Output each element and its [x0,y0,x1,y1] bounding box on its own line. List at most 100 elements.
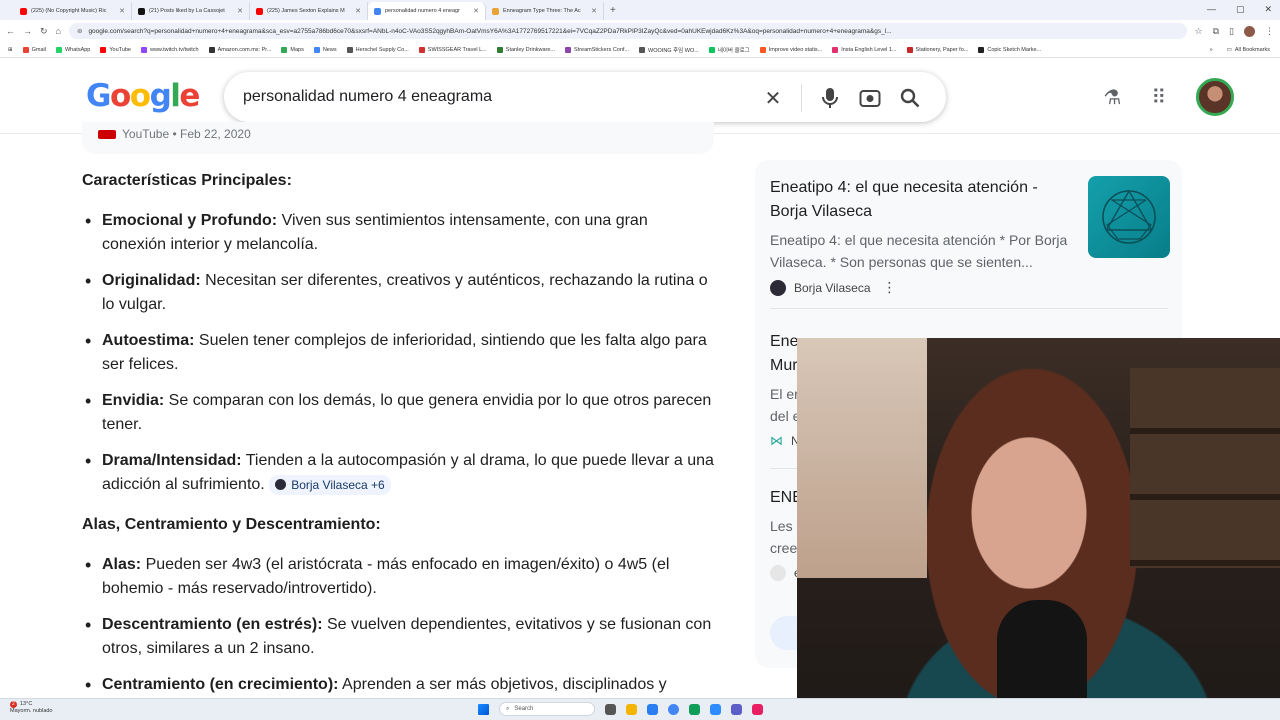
browser-profile-avatar[interactable] [1244,25,1255,37]
bookmark-item[interactable]: Herschel Supply Co... [346,46,409,54]
browser-tab[interactable]: personalidad numero 4 eneagr ✕ [368,2,486,20]
bookmark-label: News [322,46,337,53]
sidebar-icon[interactable]: ▯ [1229,26,1234,37]
video-source: YouTube • Feb 22, 2020 [98,127,251,141]
logo-letter: e [179,78,200,114]
task-view-icon[interactable] [605,703,616,715]
browser-tab[interactable]: (225) James Sexton Explains M ✕ [250,2,368,20]
labs-flask-icon[interactable]: ⚗ [1103,85,1121,110]
bookmark-item[interactable]: www.twitch.tv/twitch [140,46,199,54]
list-item: Envidia: Se comparan con los demás, lo q… [85,389,714,437]
site-favicon [770,565,786,581]
item-term: Alas: [102,556,142,573]
chrome-icon[interactable] [668,703,679,715]
google-logo[interactable]: Google [86,78,200,114]
bookmark-item[interactable]: StreamStickers Conf... [565,46,629,54]
more-bookmarks-icon[interactable]: » [1210,47,1213,53]
bookmark-item[interactable]: News [313,46,337,54]
all-bookmarks[interactable]: ▭ All Bookmarks [1227,47,1270,53]
bookmark-favicon-icon [55,46,62,53]
logo-letter: o [129,78,151,114]
source-title[interactable]: Eneatipo 4: el que necesita atención - B… [770,176,1070,224]
microphone-icon[interactable] [810,87,850,109]
file-explorer-icon[interactable] [626,703,637,715]
bookmark-star-icon[interactable]: ☆ [1195,26,1203,37]
bookmark-favicon-icon [208,46,215,53]
tab-close-icon[interactable]: ✕ [355,7,361,15]
snippet-line: El er [770,386,799,402]
apps-grid-icon[interactable]: ⊞ [8,47,13,53]
tab-close-icon[interactable]: ✕ [591,7,597,15]
app-icon[interactable] [752,703,763,715]
browser-tab[interactable]: Enneagram Type Three: The Ac ✕ [486,2,604,20]
citation-chip[interactable]: Borja Vilaseca +6 [269,474,391,495]
item-term: Drama/Intensidad: [102,452,242,469]
tab-favicon-icon [256,7,263,15]
forward-icon[interactable]: → [23,26,32,36]
bookmark-item[interactable]: Improve video statis... [759,46,822,54]
tab-title: (225) (No Copyright Music) Ric [31,8,107,14]
address-bar[interactable]: ⊜ google.com/search?q=personalidad+numer… [68,23,1187,39]
browser-tab[interactable]: (21) Posts liked by La Cassojet ✕ [132,2,250,20]
bookmark-label: Gmail [31,46,46,53]
google-account-avatar[interactable] [1196,78,1234,116]
maximize-icon[interactable]: ▢ [1236,4,1245,15]
search-input[interactable] [243,88,763,106]
app-icon[interactable] [647,703,658,715]
tab-close-icon[interactable]: ✕ [237,7,243,15]
camera-lens-icon[interactable] [850,88,890,108]
new-tab-button[interactable]: + [610,5,616,16]
source-snippet: Eneatipo 4: el que necesita atención * P… [770,232,1068,270]
bookmark-item[interactable]: WOOING 후임 WO... [639,46,699,54]
bookmark-label: Copic Sketch Marke... [987,46,1042,53]
search-box: ✕ [224,72,946,122]
bookmark-label: StreamStickers Conf... [574,46,630,53]
bookmark-item[interactable]: SWISSGEAR Travel L... [418,46,487,54]
bookmark-item[interactable]: Stanley Drinkware... [496,46,556,54]
logo-letter: o [109,78,131,114]
zoom-icon[interactable] [710,703,721,715]
close-window-icon[interactable]: ✕ [1264,4,1272,15]
bookmark-label: Stanley Drinkware... [505,46,556,53]
item-text: Pueden ser 4w3 (el aristócrata - más enf… [102,556,670,597]
bookmark-item[interactable]: YouTube [100,46,131,54]
extensions-icon[interactable]: ⧉ [1213,26,1219,37]
item-term: Autoestima: [102,332,195,349]
list-item: Emocional y Profundo: Viven sus sentimie… [85,209,714,257]
tab-close-icon[interactable]: ✕ [473,7,479,15]
taskbar-search[interactable]: ⌕ Search [499,702,595,716]
reload-icon[interactable]: ↻ [40,26,48,37]
list-item: Autoestima: Suelen tener complejos de in… [85,329,714,377]
site-info-icon[interactable]: ⊜ [77,27,82,35]
item-term: Emocional y Profundo: [102,212,278,229]
google-apps-icon[interactable]: ⠿ [1151,85,1166,110]
bookmark-item[interactable]: WhatsApp [55,46,90,54]
bookmark-favicon-icon [496,46,503,53]
bookmark-item[interactable]: Maps [281,46,304,54]
weather-widget[interactable]: 2 13°C Mayorm. nublado [10,701,53,715]
bookmark-item[interactable]: Insta English Level 1... [832,46,897,54]
edge-icon[interactable] [689,703,700,715]
source-card[interactable]: Eneatipo 4: el que necesita atención - B… [770,176,1170,296]
windows-start-icon[interactable] [478,703,489,715]
browser-menu-icon[interactable]: ⋮ [1265,26,1274,37]
list-item: Descentramiento (en estrés): Se vuelven … [85,613,714,661]
browser-tab[interactable]: (225) (No Copyright Music) Ric ✕ [14,2,132,20]
bookmark-item[interactable]: Gmail [22,46,46,54]
home-icon[interactable]: ⌂ [56,26,61,36]
bookmark-item[interactable]: 네이버 클로그 [708,46,750,54]
browser-tab-strip: (225) (No Copyright Music) Ric ✕ (21) Post… [0,0,1280,20]
clear-icon[interactable]: ✕ [753,86,793,111]
bookmark-item[interactable]: Amazon.com.mx: Pr... [208,46,271,54]
bookmark-item[interactable]: Copic Sketch Marke... [978,46,1041,54]
more-options-icon[interactable]: ⋮ [883,279,897,296]
back-icon[interactable]: ← [6,26,15,36]
tab-close-icon[interactable]: ✕ [119,7,125,15]
search-icon[interactable] [890,88,930,108]
bookmark-favicon-icon [639,46,646,53]
citation-label: Borja Vilaseca +6 [291,477,385,492]
minimize-icon[interactable]: — [1207,4,1216,15]
bookmark-item[interactable]: Stationery, Paper fo... [906,46,968,54]
teams-icon[interactable] [731,703,742,715]
browser-toolbar: ← → ↻ ⌂ ⊜ google.com/search?q=personalid… [0,20,1280,42]
